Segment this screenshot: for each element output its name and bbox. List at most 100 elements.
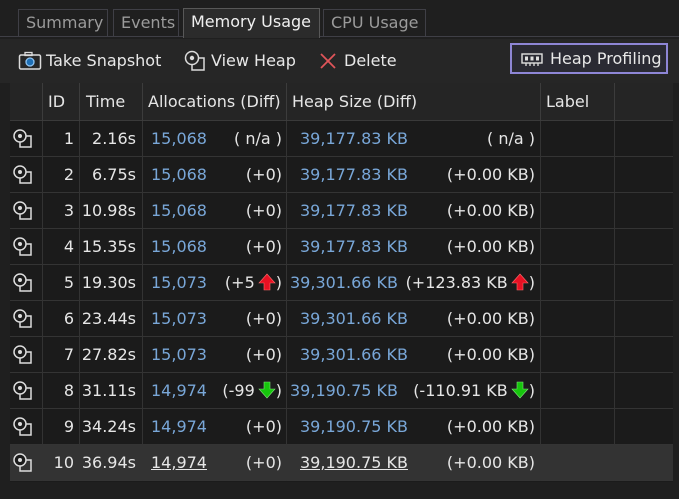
heap-size-link[interactable]: 39,190.75 KB xyxy=(300,445,415,481)
cell-time: 6.75s xyxy=(92,165,136,184)
cell-id: 4 xyxy=(63,237,74,256)
tab-summary[interactable]: Summary xyxy=(18,9,108,37)
cell-time: 15.35s xyxy=(81,237,136,256)
cell-label[interactable] xyxy=(541,337,613,373)
cell-heap-size-diff: (+123.83 KB) xyxy=(405,273,535,292)
cell-id: 1 xyxy=(63,129,74,148)
table-row[interactable]: 10 36.94s 14,974 (+0) 39,190.75 KB (+0.00 KB) xyxy=(10,445,673,481)
heap-size-link[interactable]: 39,301.66 KB xyxy=(300,301,415,337)
table-row[interactable]: 2 6.75s 15,068 (+0) 39,177.83 KB (+0.00 KB) xyxy=(10,157,673,193)
delete-label: Delete xyxy=(344,51,397,70)
cell-heap-size-diff: (+0.00 KB) xyxy=(446,237,535,256)
column-header-time[interactable]: Time xyxy=(80,83,142,121)
cell-id: 10 xyxy=(53,453,74,472)
cell-label[interactable] xyxy=(541,409,613,445)
cell-id: 7 xyxy=(63,345,74,364)
allocations-link[interactable]: 15,068 xyxy=(151,157,211,193)
allocations-link[interactable]: 14,974 xyxy=(151,373,211,409)
cell-heap-size-diff: (+0.00 KB) xyxy=(446,201,535,220)
tab-bar: Summary Events Memory Usage CPU Usage xyxy=(0,0,679,38)
heap-size-link[interactable]: 39,190.75 KB xyxy=(290,373,405,409)
snapshot-icon[interactable] xyxy=(12,236,34,258)
snapshot-icon[interactable] xyxy=(12,452,34,474)
snapshot-icon[interactable] xyxy=(12,380,34,402)
table-row[interactable]: 8 31.11s 14,974 (-99) 39,190.75 KB (-110.91 K… xyxy=(10,373,673,409)
tab-events[interactable]: Events xyxy=(113,9,179,37)
table-row[interactable]: 5 19.30s 15,073 (+5) 39,301.66 KB (+123.83 KB… xyxy=(10,265,673,301)
cell-time: 36.94s xyxy=(81,453,136,472)
cell-label[interactable] xyxy=(541,445,613,481)
view-heap-button[interactable]: View Heap xyxy=(183,44,296,77)
snapshot-icon[interactable] xyxy=(12,416,34,438)
cell-heap-size-diff: (-110.91 KB) xyxy=(413,381,535,400)
close-icon xyxy=(316,49,340,73)
cell-label[interactable] xyxy=(541,121,613,157)
snapshot-icon[interactable] xyxy=(12,200,34,222)
snapshot-table: ID Time Allocations (Diff) Heap Size (Di… xyxy=(10,83,673,482)
tab-memory-usage[interactable]: Memory Usage xyxy=(183,8,320,38)
cell-allocations-diff: (+0) xyxy=(245,201,282,220)
cell-heap-size-diff: (+0.00 KB) xyxy=(446,309,535,328)
view-heap-icon xyxy=(183,49,207,73)
allocations-link[interactable]: 15,068 xyxy=(151,229,211,265)
cell-id: 6 xyxy=(63,309,74,328)
snapshot-icon[interactable] xyxy=(12,164,34,186)
column-header-allocations[interactable]: Allocations (Diff) xyxy=(142,83,286,121)
allocations-link[interactable]: 15,068 xyxy=(151,193,211,229)
cell-time: 19.30s xyxy=(81,273,136,292)
table-row[interactable]: 7 27.82s 15,073 (+0) 39,301.66 KB (+0.00 KB) xyxy=(10,337,673,373)
snapshot-icon[interactable] xyxy=(12,272,34,294)
snapshot-icon[interactable] xyxy=(12,344,34,366)
table-row[interactable]: 6 23.44s 15,073 (+0) 39,301.66 KB (+0.00 KB) xyxy=(10,301,673,337)
cell-time: 27.82s xyxy=(81,345,136,364)
allocations-link[interactable]: 15,068 xyxy=(151,121,211,157)
allocations-link[interactable]: 15,073 xyxy=(151,301,211,337)
heap-size-link[interactable]: 39,177.83 KB xyxy=(300,121,415,157)
status-area xyxy=(0,482,679,499)
tab-cpu-usage[interactable]: CPU Usage xyxy=(323,9,426,37)
heap-profiling-toggle[interactable]: Heap Profiling xyxy=(510,43,668,74)
cell-id: 9 xyxy=(63,417,74,436)
heap-size-link[interactable]: 39,301.66 KB xyxy=(290,265,405,301)
column-header-id[interactable]: ID xyxy=(42,83,84,121)
cell-allocations-diff: (+0) xyxy=(245,165,282,184)
camera-icon xyxy=(18,49,42,73)
heap-size-link[interactable]: 39,177.83 KB xyxy=(300,157,415,193)
cell-time: 34.24s xyxy=(81,417,136,436)
table-row[interactable]: 1 2.16s 15,068 ( n/a ) 39,177.83 KB ( n/a ) xyxy=(10,121,673,157)
memory-chip-icon xyxy=(521,51,543,67)
cell-time: 31.11s xyxy=(81,381,136,400)
cell-id: 8 xyxy=(63,381,74,400)
snapshot-icon[interactable] xyxy=(12,128,34,150)
heap-size-link[interactable]: 39,177.83 KB xyxy=(300,193,415,229)
cell-label[interactable] xyxy=(541,373,613,409)
heap-size-link[interactable]: 39,301.66 KB xyxy=(300,337,415,373)
cell-id: 5 xyxy=(63,273,74,292)
cell-allocations-diff: ( n/a ) xyxy=(234,129,282,148)
take-snapshot-button[interactable]: Take Snapshot xyxy=(18,44,161,77)
cell-label[interactable] xyxy=(541,301,613,337)
allocations-link[interactable]: 15,073 xyxy=(151,337,211,373)
heap-size-link[interactable]: 39,177.83 KB xyxy=(300,229,415,265)
delete-button[interactable]: Delete xyxy=(316,44,397,77)
table-row[interactable]: 3 10.98s 15,068 (+0) 39,177.83 KB (+0.00 KB) xyxy=(10,193,673,229)
table-row[interactable]: 4 15.35s 15,068 (+0) 39,177.83 KB (+0.00 KB) xyxy=(10,229,673,265)
snapshot-icon[interactable] xyxy=(12,308,34,330)
take-snapshot-label: Take Snapshot xyxy=(46,51,162,70)
heap-size-link[interactable]: 39,190.75 KB xyxy=(300,409,415,445)
allocations-link[interactable]: 15,073 xyxy=(151,265,211,301)
table-row[interactable]: 9 34.24s 14,974 (+0) 39,190.75 KB (+0.00 KB) xyxy=(10,409,673,445)
cell-time: 2.16s xyxy=(92,129,136,148)
cell-label[interactable] xyxy=(541,193,613,229)
cell-label[interactable] xyxy=(541,229,613,265)
cell-time: 23.44s xyxy=(81,309,136,328)
allocations-link[interactable]: 14,974 xyxy=(151,409,211,445)
cell-heap-size-diff: (+0.00 KB) xyxy=(446,345,535,364)
view-heap-label: View Heap xyxy=(211,51,296,70)
cell-label[interactable] xyxy=(541,157,613,193)
column-header-label[interactable]: Label xyxy=(540,83,614,121)
column-header-heap-size[interactable]: Heap Size (Diff) xyxy=(286,83,540,121)
allocations-link[interactable]: 14,974 xyxy=(151,445,211,481)
cell-label[interactable] xyxy=(541,265,613,301)
cell-heap-size-diff: (+0.00 KB) xyxy=(446,165,535,184)
